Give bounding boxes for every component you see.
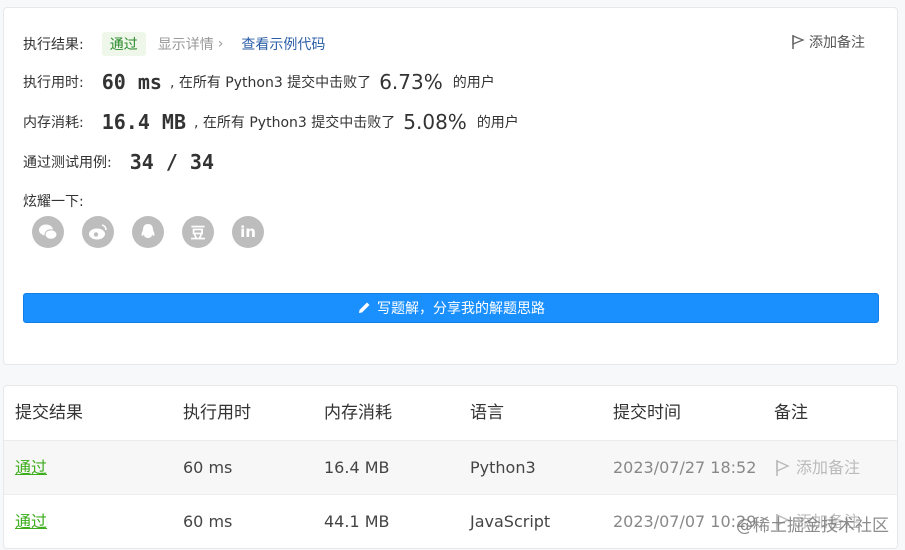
runtime-suffix: 的用户	[452, 75, 495, 91]
memory-beat-text: , 在所有 Python3 提交中击败了	[194, 115, 396, 131]
view-example-link[interactable]: 查看示例代码	[241, 34, 325, 54]
add-note-label: 添加备注	[809, 35, 865, 51]
header-status: 提交结果	[15, 403, 83, 423]
runtime-row: 执行用时: 60 ms , 在所有 Python3 提交中击败了 6.73% 的…	[23, 70, 495, 94]
douban-glyph: 豆	[190, 223, 206, 242]
tests-row: 通过测试用例: 34 / 34	[23, 150, 222, 174]
pencil-icon	[359, 302, 370, 313]
submission-result-card: 执行结果: 通过 显示详情 › 查看示例代码 添加备注 执行用时: 60 ms …	[3, 7, 898, 365]
header-memory: 内存消耗	[324, 403, 392, 423]
share-icons: 豆 in	[32, 216, 282, 248]
header-note: 备注	[774, 403, 808, 423]
language-cell: Python3	[470, 458, 536, 477]
tests-value: 34 / 34	[129, 150, 215, 174]
runtime-cell: 60 ms	[183, 458, 233, 477]
qq-icon[interactable]	[132, 216, 164, 248]
memory-label: 内存消耗:	[23, 115, 84, 131]
tests-label: 通过测试用例:	[23, 155, 112, 171]
header-runtime: 执行用时	[183, 403, 251, 423]
flag-icon	[776, 459, 790, 476]
runtime-percent: 6.73%	[379, 70, 443, 94]
chevron-right-icon: ›	[217, 36, 224, 52]
linkedin-glyph: in	[240, 223, 256, 241]
share-label: 炫耀一下:	[23, 194, 84, 210]
write-solution-button[interactable]: 写题解，分享我的解题思路	[23, 293, 879, 323]
table-row: 通过 60 ms 16.4 MB Python3 2023/07/27 18:5…	[4, 441, 897, 495]
memory-value: 16.4 MB	[101, 110, 187, 134]
header-time: 提交时间	[613, 403, 681, 423]
show-detail-link[interactable]: 显示详情	[158, 34, 214, 54]
runtime-beat-text: , 在所有 Python3 提交中击败了	[169, 75, 372, 91]
status-link[interactable]: 通过	[15, 495, 47, 548]
exec-result-label: 执行结果:	[23, 37, 84, 53]
memory-row: 内存消耗: 16.4 MB , 在所有 Python3 提交中击败了 5.08%…	[23, 110, 519, 134]
memory-cell: 16.4 MB	[324, 458, 390, 477]
memory-suffix: 的用户	[476, 115, 519, 131]
weibo-icon[interactable]	[82, 216, 114, 248]
douban-icon[interactable]: 豆	[182, 216, 214, 248]
memory-cell: 44.1 MB	[324, 512, 390, 531]
time-cell: 2023/07/07 10:29	[613, 512, 757, 531]
write-solution-label: 写题解，分享我的解题思路	[377, 301, 545, 317]
wechat-icon[interactable]	[32, 216, 64, 248]
add-note-button[interactable]: 添加备注	[791, 32, 865, 52]
watermark: @稀土掘金技术社区	[736, 516, 889, 536]
header-language: 语言	[470, 403, 504, 423]
exec-result-row: 执行结果: 通过 显示详情 › 查看示例代码	[23, 32, 325, 56]
status-link[interactable]: 通过	[15, 441, 47, 494]
runtime-cell: 60 ms	[183, 512, 233, 531]
add-note-cell[interactable]: 添加备注	[774, 441, 860, 494]
add-note-label: 添加备注	[796, 458, 861, 477]
linkedin-icon[interactable]: in	[232, 216, 264, 248]
memory-percent: 5.08%	[403, 110, 467, 134]
runtime-label: 执行用时:	[23, 75, 84, 91]
table-header: 提交结果 执行用时 内存消耗 语言 提交时间 备注	[4, 386, 897, 441]
share-row: 炫耀一下:	[23, 191, 84, 211]
time-cell: 2023/07/27 18:52	[613, 458, 757, 477]
flag-icon	[792, 35, 805, 49]
status-badge: 通过	[101, 32, 146, 56]
language-cell: JavaScript	[470, 512, 551, 531]
runtime-value: 60 ms	[101, 70, 162, 94]
